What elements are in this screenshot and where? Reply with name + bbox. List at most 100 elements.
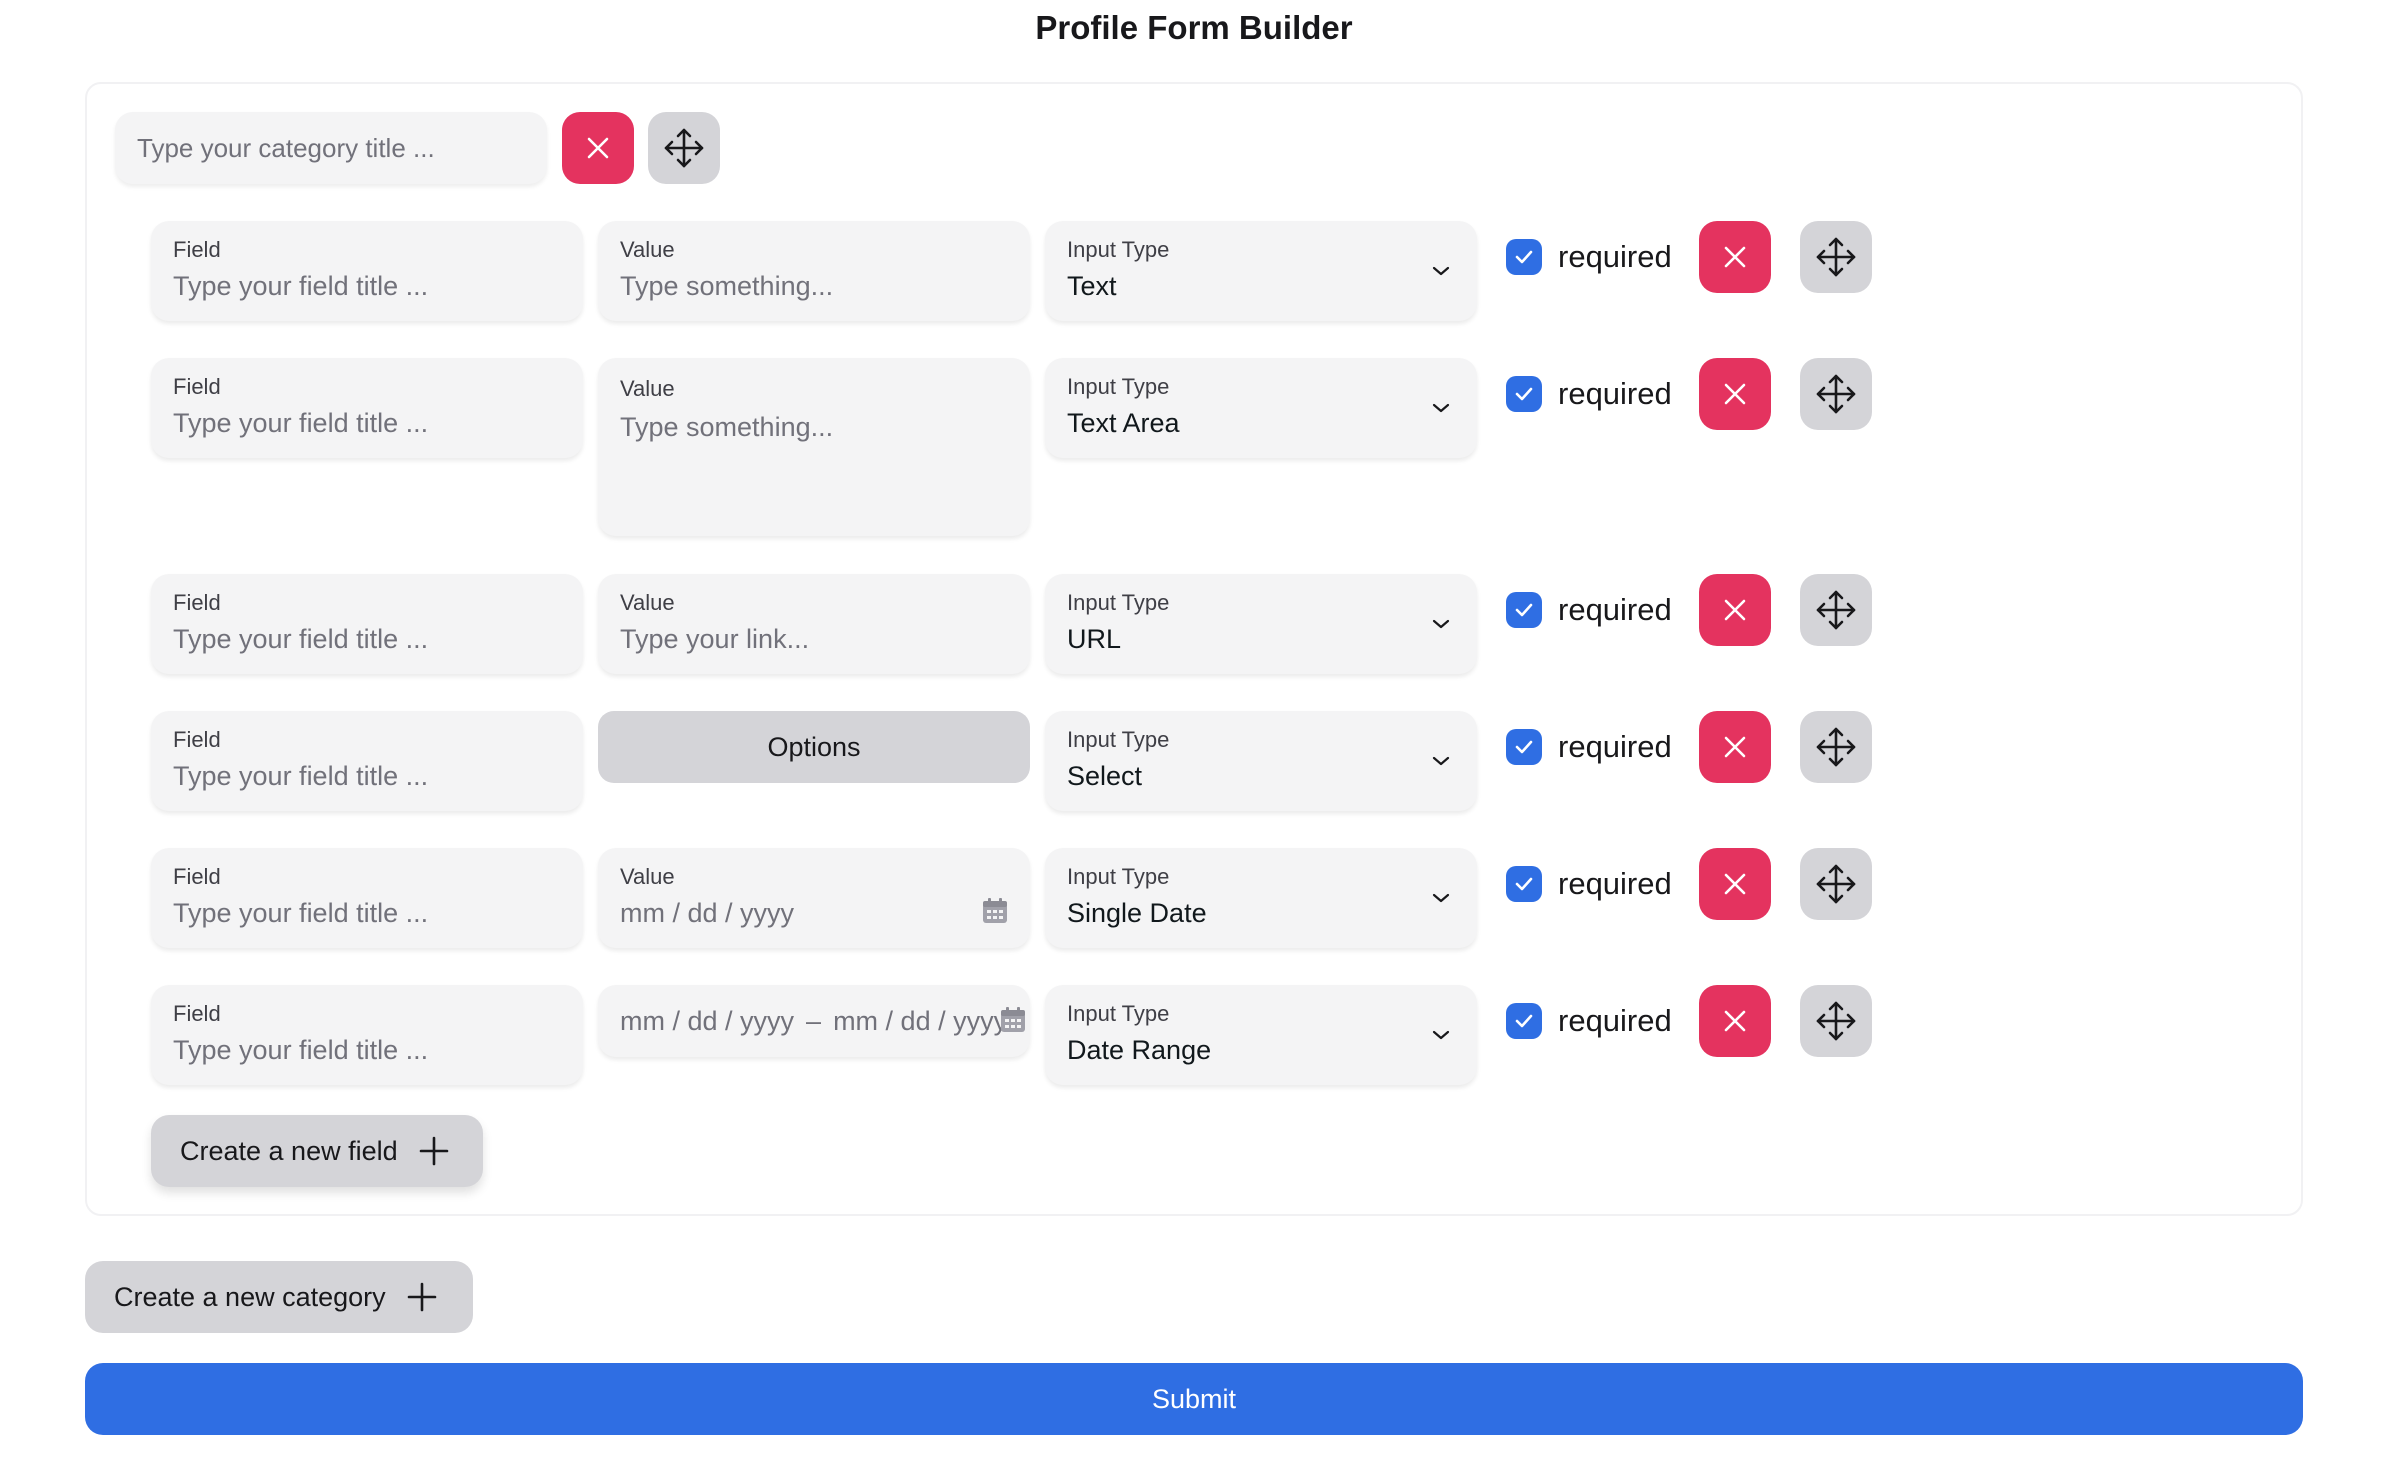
field-label: Field (173, 1001, 221, 1026)
delete-field-button[interactable] (1699, 221, 1771, 293)
required-checkbox[interactable]: required (1506, 1001, 1672, 1041)
input-type-select[interactable]: Input Type Text Area (1045, 358, 1477, 458)
drag-field-button[interactable] (1800, 221, 1872, 293)
value-label: Value (620, 376, 675, 401)
required-label: required (1558, 592, 1672, 627)
value-label: Value (620, 590, 675, 615)
required-label: required (1558, 729, 1672, 764)
required-label: required (1558, 1003, 1672, 1038)
drag-field-button[interactable] (1800, 574, 1872, 646)
submit-button[interactable]: Submit (85, 1363, 2303, 1435)
field-label: Field (173, 374, 221, 399)
field-label: Field (173, 237, 221, 262)
field-placeholder: Type your field title ... (173, 1035, 429, 1065)
chevron-down-icon (1431, 574, 1451, 674)
delete-category-button[interactable] (562, 112, 634, 184)
chevron-down-icon (1431, 711, 1451, 811)
create-category-button[interactable]: Create a new category (85, 1261, 473, 1333)
field-placeholder: Type your field title ... (173, 271, 429, 301)
drag-field-button[interactable] (1800, 848, 1872, 920)
delete-field-button[interactable] (1699, 711, 1771, 783)
create-field-button[interactable]: Create a new field (151, 1115, 483, 1187)
field-placeholder: Type your field title ... (173, 761, 429, 791)
input-type-select[interactable]: Input Type Text (1045, 221, 1477, 321)
check-icon (1506, 376, 1542, 412)
close-icon (587, 137, 609, 159)
input-type-select[interactable]: Input Type Date Range (1045, 985, 1477, 1085)
field-label: Field (173, 727, 221, 752)
input-type-value: Date Range (1067, 1035, 1212, 1065)
close-icon (1724, 383, 1746, 405)
field-title-input[interactable]: Field Type your field title ... (151, 711, 583, 811)
input-type-label: Input Type (1067, 1001, 1170, 1026)
field-title-input[interactable]: Field Type your field title ... (151, 221, 583, 321)
field-title-input[interactable]: Field Type your field title ... (151, 848, 583, 948)
input-type-label: Input Type (1067, 727, 1170, 752)
required-checkbox[interactable]: required (1506, 727, 1672, 767)
delete-field-button[interactable] (1699, 358, 1771, 430)
value-date-input[interactable]: Value mm / dd / yyyy (598, 848, 1030, 948)
range-end: mm / dd / yyyy (833, 1005, 1008, 1036)
calendar-icon[interactable] (980, 896, 1010, 931)
close-icon (1724, 599, 1746, 621)
required-label: required (1558, 239, 1672, 274)
drag-category-button[interactable] (648, 112, 720, 184)
field-title-input[interactable]: Field Type your field title ... (151, 574, 583, 674)
field-placeholder: Type your field title ... (173, 408, 429, 438)
value-placeholder: mm / dd / yyyy (620, 898, 795, 928)
field-label: Field (173, 864, 221, 889)
value-input[interactable]: Value Type something... (598, 221, 1030, 321)
field-title-input[interactable]: Field Type your field title ... (151, 358, 583, 458)
close-icon (1724, 246, 1746, 268)
move-icon (1816, 374, 1856, 414)
plus-icon (406, 1281, 438, 1313)
required-checkbox[interactable]: required (1506, 590, 1672, 630)
field-placeholder: Type your field title ... (173, 624, 429, 654)
input-type-select[interactable]: Input Type Single Date (1045, 848, 1477, 948)
delete-field-button[interactable] (1699, 574, 1771, 646)
field-placeholder: Type your field title ... (173, 898, 429, 928)
input-type-select[interactable]: Input Type Select (1045, 711, 1477, 811)
input-type-value: Single Date (1067, 898, 1207, 928)
input-type-value: Text Area (1067, 408, 1180, 438)
page-title: Profile Form Builder (1035, 9, 1353, 46)
value-placeholder: Type something... (620, 412, 834, 442)
required-checkbox[interactable]: required (1506, 374, 1672, 414)
create-field-label: Create a new field (180, 1135, 398, 1166)
value-placeholder: Type something... (620, 271, 834, 301)
input-type-select[interactable]: Input Type URL (1045, 574, 1477, 674)
drag-field-button[interactable] (1800, 985, 1872, 1057)
input-type-value: Text (1067, 271, 1117, 301)
value-textarea[interactable]: Value Type something... (598, 358, 1030, 536)
input-type-label: Input Type (1067, 590, 1170, 615)
required-label: required (1558, 866, 1672, 901)
check-icon (1506, 592, 1542, 628)
move-icon (664, 128, 704, 168)
delete-field-button[interactable] (1699, 848, 1771, 920)
field-title-input[interactable]: Field Type your field title ... (151, 985, 583, 1085)
drag-field-button[interactable] (1800, 711, 1872, 783)
value-url-input[interactable]: Value Type your link... (598, 574, 1030, 674)
category-title-input[interactable]: Type your category title ... (115, 112, 547, 184)
chevron-down-icon (1431, 985, 1451, 1085)
check-icon (1506, 239, 1542, 275)
value-label: Value (620, 237, 675, 262)
input-type-value: Select (1067, 761, 1143, 791)
plus-icon (418, 1135, 450, 1167)
range-separator: – (806, 1005, 822, 1036)
required-checkbox[interactable]: required (1506, 237, 1672, 277)
move-icon (1816, 590, 1856, 630)
check-icon (1506, 866, 1542, 902)
close-icon (1724, 873, 1746, 895)
check-icon (1506, 729, 1542, 765)
value-label: Value (620, 864, 675, 889)
options-button[interactable]: Options (598, 711, 1030, 783)
range-start: mm / dd / yyyy (620, 1005, 795, 1036)
required-checkbox[interactable]: required (1506, 864, 1672, 904)
drag-field-button[interactable] (1800, 358, 1872, 430)
date-range-input[interactable]: mm / dd / yyyy – mm / dd / yyyy (598, 985, 1030, 1057)
required-label: required (1558, 376, 1672, 411)
move-icon (1816, 727, 1856, 767)
delete-field-button[interactable] (1699, 985, 1771, 1057)
calendar-icon[interactable] (998, 1005, 1028, 1040)
